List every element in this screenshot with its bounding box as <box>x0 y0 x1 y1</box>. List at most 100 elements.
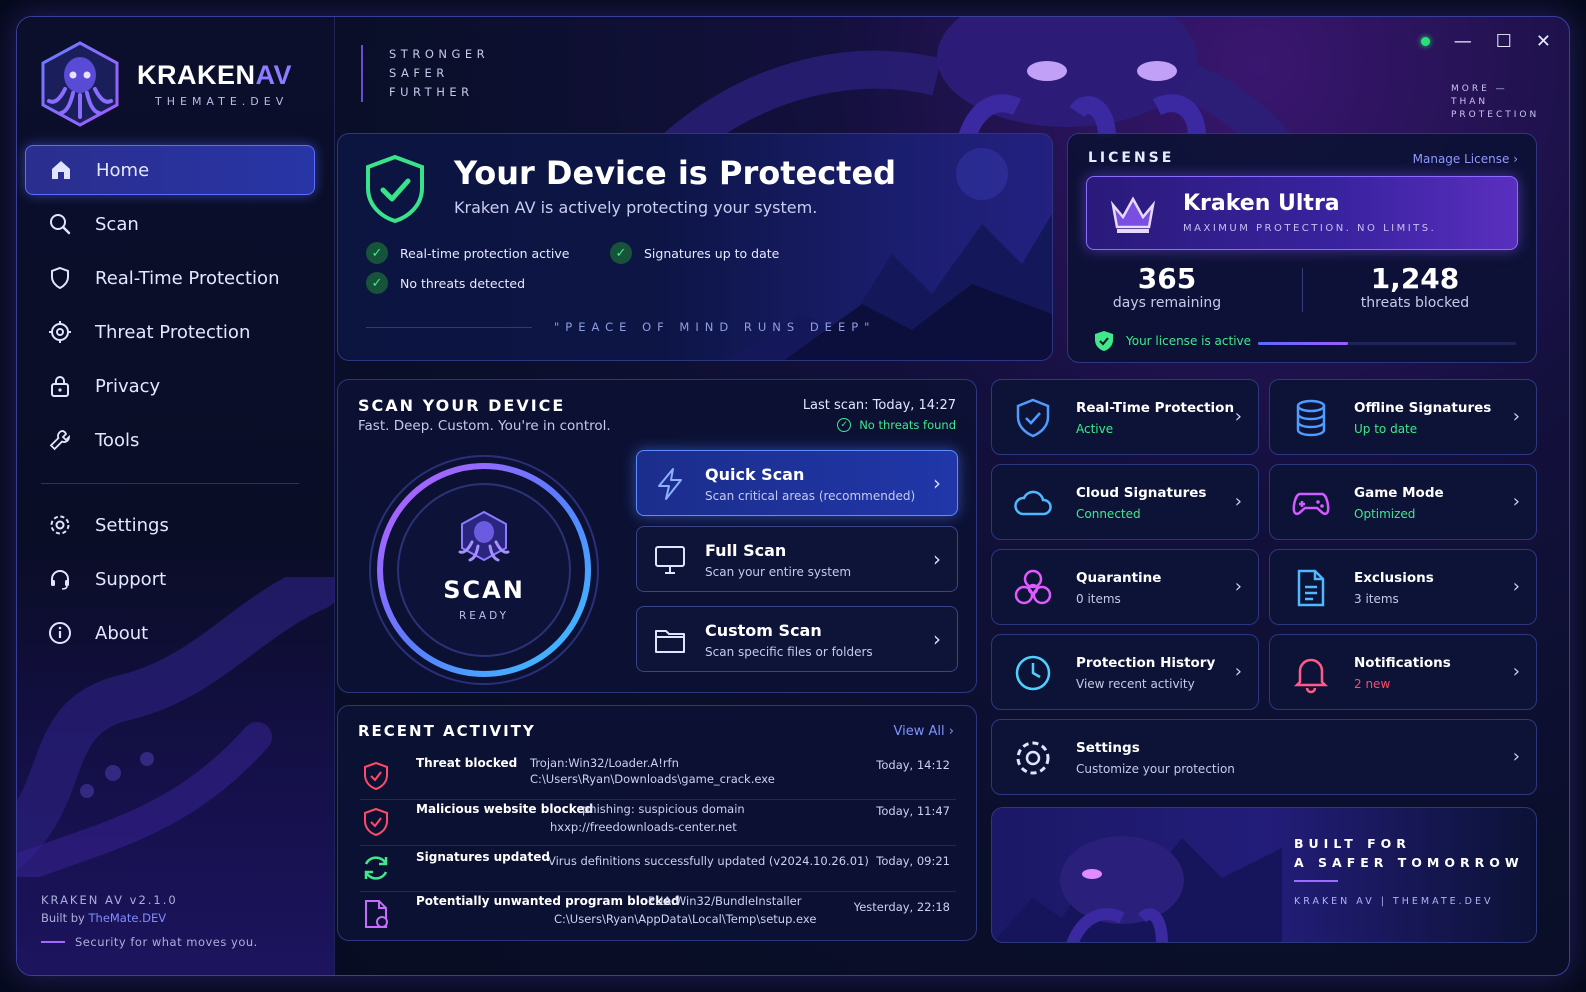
activity-time: Yesterday, 22:18 <box>853 900 950 914</box>
chevron-right-icon: › <box>1512 576 1520 597</box>
license-heading: LICENSE <box>1088 150 1175 166</box>
tile-offline-signatures[interactable]: Offline Signatures Up to date › <box>1269 379 1537 455</box>
tile-cloud-signatures[interactable]: Cloud Signatures Connected › <box>991 464 1259 540</box>
tile-status: Active <box>1076 422 1114 436</box>
license-plan-box: Kraken Ultra MAXIMUM PROTECTION. NO LIMI… <box>1086 176 1518 250</box>
sidebar-footer: KRAKEN AV v2.1.0 Built by TheMate.DEV Se… <box>41 891 258 951</box>
sidebar-item-scan[interactable]: Scan <box>25 199 315 249</box>
tile-title: Settings <box>1076 740 1140 756</box>
scan-title: SCAN YOUR DEVICE <box>358 396 566 415</box>
stat-divider <box>1302 268 1303 312</box>
activity-kind: Signatures updated <box>416 850 550 864</box>
tile-title: Real-Time Protection <box>1076 400 1235 416</box>
motto-divider <box>366 327 532 328</box>
activity-time: Today, 14:12 <box>876 758 950 772</box>
days-remaining-label: days remaining <box>1112 295 1222 311</box>
sidebar-item-real-time-protection[interactable]: Real-Time Protection <box>25 253 315 303</box>
sidebar-item-home[interactable]: Home <box>25 145 315 195</box>
corner-tagline-line: PROTECTION <box>1451 110 1540 120</box>
license-progress-bar <box>1258 342 1516 345</box>
recent-activity-title: RECENT ACTIVITY <box>358 722 536 740</box>
recent-activity-card: RECENT ACTIVITY View All › Threat blocke… <box>337 705 977 941</box>
license-status-label: Your license is active <box>1126 334 1252 348</box>
check-icon: ✓ <box>366 242 388 264</box>
activity-row[interactable]: Potentially unwanted program blocked PUA… <box>360 892 956 938</box>
manage-license-link[interactable]: Manage License › <box>1413 152 1518 166</box>
quick-scan-button[interactable]: Quick Scan Scan critical areas (recommen… <box>636 450 958 516</box>
corner-tagline: MORE — THAN PROTECTION <box>1451 83 1539 122</box>
activity-row[interactable]: Malicious website blocked phishing: susp… <box>360 800 956 846</box>
crown-icon <box>1110 196 1156 233</box>
gear-icon <box>1016 741 1050 775</box>
shield-check-icon <box>1016 398 1050 438</box>
minimize-button[interactable]: — <box>1454 31 1472 52</box>
scan-result: ✓ No threats found <box>837 418 956 432</box>
check-icon: ✓ <box>366 272 388 294</box>
sidebar-item-privacy[interactable]: Privacy <box>25 361 315 411</box>
folder-icon <box>655 630 685 653</box>
license-plan-tier: MAXIMUM PROTECTION. NO LIMITS. <box>1183 223 1437 234</box>
activity-detail: Virus definitions successfully updated (… <box>548 854 869 868</box>
activity-time: Today, 11:47 <box>876 804 950 818</box>
tile-exclusions[interactable]: Exclusions 3 items › <box>1269 549 1537 625</box>
view-all-link[interactable]: View All › <box>894 724 954 739</box>
tile-title: Game Mode <box>1354 485 1444 501</box>
kraken-banner-art <box>993 836 1282 942</box>
motto: "PEACE OF MIND RUNS DEEP" <box>554 320 876 334</box>
window-controls: — ☐ ✕ <box>1420 31 1551 52</box>
scan-result-label: No threats found <box>859 418 956 432</box>
check-circle-icon: ✓ <box>837 418 852 432</box>
banner-subtext: KRAKEN AV | THEMATE.DEV <box>1294 896 1494 907</box>
scan-ring-status: READY <box>458 610 510 622</box>
home-icon <box>48 157 74 183</box>
brand: KRAKENAV THEMATE.DEV <box>35 39 292 129</box>
tile-real-time-protection[interactable]: Real-Time Protection Active › <box>991 379 1259 455</box>
tile-title: Offline Signatures <box>1354 400 1492 416</box>
license-plan-name: Kraken Ultra <box>1183 191 1340 216</box>
tile-quarantine[interactable]: Quarantine 0 items › <box>991 549 1259 625</box>
activity-path: hxxp://freedownloads-center.net <box>550 820 737 834</box>
check-label: No threats detected <box>400 275 526 291</box>
app-version: KRAKEN AV v2.1.0 <box>41 893 178 907</box>
scan-subtitle: Fast. Deep. Custom. You're in control. <box>358 418 611 434</box>
brand-name-accent: AV <box>255 60 293 90</box>
built-by-link[interactable]: TheMate.DEV <box>89 911 167 925</box>
file-shield-icon <box>365 900 388 928</box>
close-button[interactable]: ✕ <box>1536 31 1551 52</box>
quick-scan-desc: Scan critical areas (recommended) <box>705 489 916 503</box>
slogan: STRONGER SAFER FURTHER <box>361 45 489 102</box>
gear-icon <box>47 512 73 538</box>
bell-icon <box>1293 658 1329 694</box>
activity-detail: PUA:Win32/BundleInstaller <box>648 894 802 908</box>
threats-blocked-stat: 1,248 threats blocked <box>1320 262 1510 311</box>
activity-row[interactable]: Signatures updated Virus definitions suc… <box>360 846 956 892</box>
chevron-right-icon: › <box>1234 491 1242 512</box>
tile-settings[interactable]: Settings Customize your protection › <box>991 719 1537 795</box>
tile-notifications[interactable]: Notifications 2 new › <box>1269 634 1537 710</box>
threats-blocked-label: threats blocked <box>1360 295 1470 311</box>
cloud-icon <box>1014 490 1052 516</box>
activity-row[interactable]: Threat blocked Trojan:Win32/Loader.A!rfn… <box>360 754 956 800</box>
maximize-button[interactable]: ☐ <box>1496 31 1512 52</box>
shield-check-icon <box>366 154 424 224</box>
protection-subtitle: Kraken AV is actively protecting your sy… <box>454 198 818 217</box>
activity-kind: Malicious website blocked <box>416 802 594 816</box>
tagline-accent <box>41 941 65 943</box>
sidebar-item-settings[interactable]: Settings <box>25 500 315 550</box>
sidebar-item-threat-protection[interactable]: Threat Protection <box>25 307 315 357</box>
quick-scan-title: Quick Scan <box>705 465 805 484</box>
tile-game-mode[interactable]: Game Mode Optimized › <box>1269 464 1537 540</box>
sidebar-item-tools[interactable]: Tools <box>25 415 315 465</box>
days-remaining-stat: 365 days remaining <box>1072 262 1262 311</box>
tile-protection-history[interactable]: Protection History View recent activity … <box>991 634 1259 710</box>
biohazard-icon <box>1014 569 1052 605</box>
full-scan-button[interactable]: Full Scan Scan your entire system › <box>636 526 958 592</box>
sidebar-item-label: Settings <box>95 514 169 536</box>
banner-heading: BUILT FOR A SAFER TOMORROW <box>1294 834 1524 872</box>
tile-status: 2 new <box>1354 677 1391 691</box>
monitor-icon <box>655 546 685 574</box>
custom-scan-button[interactable]: Custom Scan Scan specific files or folde… <box>636 606 958 672</box>
slogan-line: STRONGER <box>389 47 490 61</box>
scan-ring-button[interactable] <box>366 452 602 688</box>
brand-subtitle: THEMATE.DEV <box>155 95 289 108</box>
